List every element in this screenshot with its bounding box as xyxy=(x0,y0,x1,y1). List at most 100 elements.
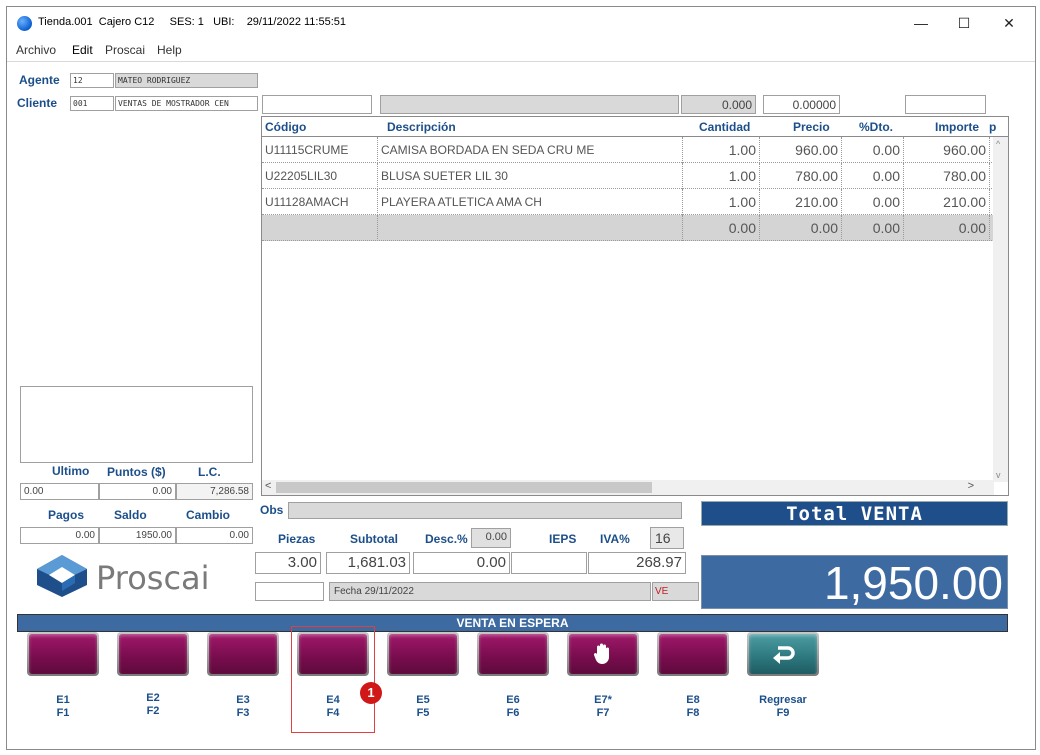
cliente-code-field[interactable]: 001 xyxy=(70,96,114,111)
header-descripcion[interactable]: Descripción xyxy=(387,120,456,134)
cell-codigo: U22205LIL30 xyxy=(262,163,378,189)
customer-info-panel xyxy=(20,386,253,463)
pagos-field: 0.00 xyxy=(20,527,99,544)
cell-descripcion: BLUSA SUETER LIL 30 xyxy=(378,163,683,189)
menu-archivo[interactable]: Archivo xyxy=(16,43,56,57)
fkey-e5[interactable]: E5 F5 xyxy=(387,632,459,722)
header-p[interactable]: p xyxy=(989,120,996,134)
desc-label: Desc.% xyxy=(425,532,468,546)
saldo-label: Saldo xyxy=(114,508,147,522)
e1-label: E1 F1 xyxy=(56,694,70,719)
e1-button[interactable] xyxy=(27,632,99,676)
scroll-left-icon[interactable]: < xyxy=(265,480,271,492)
cell-precio: 210.00 xyxy=(760,189,842,215)
cell-dto: 0.00 xyxy=(842,137,904,163)
menu-proscai[interactable]: Proscai xyxy=(105,43,145,57)
scroll-down-icon[interactable]: v xyxy=(996,470,1001,480)
folio-field xyxy=(255,582,324,601)
cell-importe: 960.00 xyxy=(904,137,990,163)
desc-pct-field[interactable]: 0.00 xyxy=(471,528,511,548)
agente-code-field[interactable]: 12 xyxy=(70,73,114,88)
total-venta-value: 1,950.00 xyxy=(701,555,1008,609)
cell-cantidad: 1.00 xyxy=(683,137,760,163)
price-input[interactable]: 0.00000 xyxy=(763,95,840,114)
menu-help[interactable]: Help xyxy=(157,43,182,57)
agente-label: Agente xyxy=(19,73,60,87)
grid-vertical-scrollbar[interactable]: ^ v xyxy=(993,137,1008,482)
app-globe-icon xyxy=(17,16,32,31)
ve-field: VE xyxy=(652,582,699,601)
header-cantidad[interactable]: Cantidad xyxy=(699,120,750,134)
obs-field[interactable] xyxy=(288,502,682,519)
header-dto[interactable]: %Dto. xyxy=(859,120,893,134)
fkey-e2[interactable]: E2 F2 xyxy=(117,632,189,722)
cliente-name-field: VENTAS DE MOSTRADOR CEN xyxy=(115,96,258,111)
subtotal-label: Subtotal xyxy=(350,532,398,546)
close-button[interactable]: ✕ xyxy=(989,11,1029,35)
fkey-e7[interactable]: E7* F7 xyxy=(567,632,639,722)
piezas-label: Piezas xyxy=(278,532,316,546)
cell-codigo: U11128AMACH xyxy=(262,189,378,215)
product-grid[interactable]: Código Descripción Cantidad Precio %Dto.… xyxy=(261,116,1009,496)
puntos-label: Puntos ($) xyxy=(107,465,166,479)
menu-edit[interactable]: Edit xyxy=(72,43,93,57)
extra-input[interactable] xyxy=(905,95,986,114)
return-arrow-icon xyxy=(773,646,795,664)
header-codigo[interactable]: Código xyxy=(265,120,306,134)
fecha-field: Fecha 29/11/2022 xyxy=(329,582,651,601)
ieps-field xyxy=(511,552,587,574)
e8-button[interactable] xyxy=(657,632,729,676)
quantity-display: 0.000 xyxy=(681,95,756,114)
piezas-field: 3.00 xyxy=(255,552,321,574)
fkey-e6[interactable]: E6 F6 xyxy=(477,632,549,722)
e6-button[interactable] xyxy=(477,632,549,676)
table-row-empty[interactable]: 0.00 0.00 0.00 0.00 xyxy=(262,215,994,241)
cell-descripcion: CAMISA BORDADA EN SEDA CRU ME xyxy=(378,137,683,163)
fkey-regresar[interactable]: Regresar F9 xyxy=(747,632,819,722)
regresar-button[interactable] xyxy=(747,632,819,676)
iva-field: 268.97 xyxy=(588,552,686,574)
cell-dto: 0.00 xyxy=(842,163,904,189)
grid-header: Código Descripción Cantidad Precio %Dto.… xyxy=(262,117,1008,137)
e5-button[interactable] xyxy=(387,632,459,676)
descuento-field: 0.00 xyxy=(413,552,510,574)
product-code-input[interactable] xyxy=(262,95,372,114)
fkey-e8[interactable]: E8 F8 xyxy=(657,632,729,722)
e7-button[interactable] xyxy=(567,632,639,676)
window-title: Tienda.001 Cajero C12 SES: 1 UBI: 29/11/… xyxy=(38,16,346,28)
saldo-field: 1950.00 xyxy=(99,527,176,544)
total-venta-label: Total VENTA xyxy=(701,501,1008,526)
cell-dto: 0.00 xyxy=(842,215,904,241)
cell-cantidad: 1.00 xyxy=(683,163,760,189)
e5-label: E5 F5 xyxy=(416,694,430,719)
e3-button[interactable] xyxy=(207,632,279,676)
header-precio[interactable]: Precio xyxy=(793,120,830,134)
minimize-button[interactable]: — xyxy=(901,11,941,35)
proscai-logo-icon xyxy=(37,555,87,597)
subtotal-field: 1,681.03 xyxy=(326,552,410,574)
lc-field: 7,286.58 xyxy=(176,483,253,500)
table-row[interactable]: U11115CRUME CAMISA BORDADA EN SEDA CRU M… xyxy=(262,137,994,163)
lc-label: L.C. xyxy=(198,465,221,479)
hand-icon xyxy=(593,643,609,664)
fkey-e3[interactable]: E3 F3 xyxy=(207,632,279,722)
e8-label: E8 F8 xyxy=(686,694,700,719)
scroll-up-icon[interactable]: ^ xyxy=(996,139,1000,149)
cell-dto: 0.00 xyxy=(842,189,904,215)
header-importe[interactable]: Importe xyxy=(935,120,979,134)
grid-horizontal-scrollbar[interactable]: < > xyxy=(262,480,994,495)
cambio-field: 0.00 xyxy=(176,527,253,544)
horizontal-scroll-thumb[interactable] xyxy=(276,482,652,493)
cell-descripcion xyxy=(378,215,683,241)
cell-precio: 780.00 xyxy=(760,163,842,189)
scroll-right-icon[interactable]: > xyxy=(968,480,974,492)
table-row[interactable]: U11128AMACH PLAYERA ATLETICA AMA CH 1.00… xyxy=(262,189,994,215)
fkey-e1[interactable]: E1 F1 xyxy=(27,632,99,722)
e2-button[interactable] xyxy=(117,632,189,676)
cell-importe: 210.00 xyxy=(904,189,990,215)
e7-label: E7* F7 xyxy=(594,694,612,719)
table-row[interactable]: U22205LIL30 BLUSA SUETER LIL 30 1.00 780… xyxy=(262,163,994,189)
regresar-label: Regresar F9 xyxy=(759,694,807,719)
maximize-button[interactable]: ☐ xyxy=(944,11,984,35)
ultimo-field: 0.00 xyxy=(20,483,99,500)
